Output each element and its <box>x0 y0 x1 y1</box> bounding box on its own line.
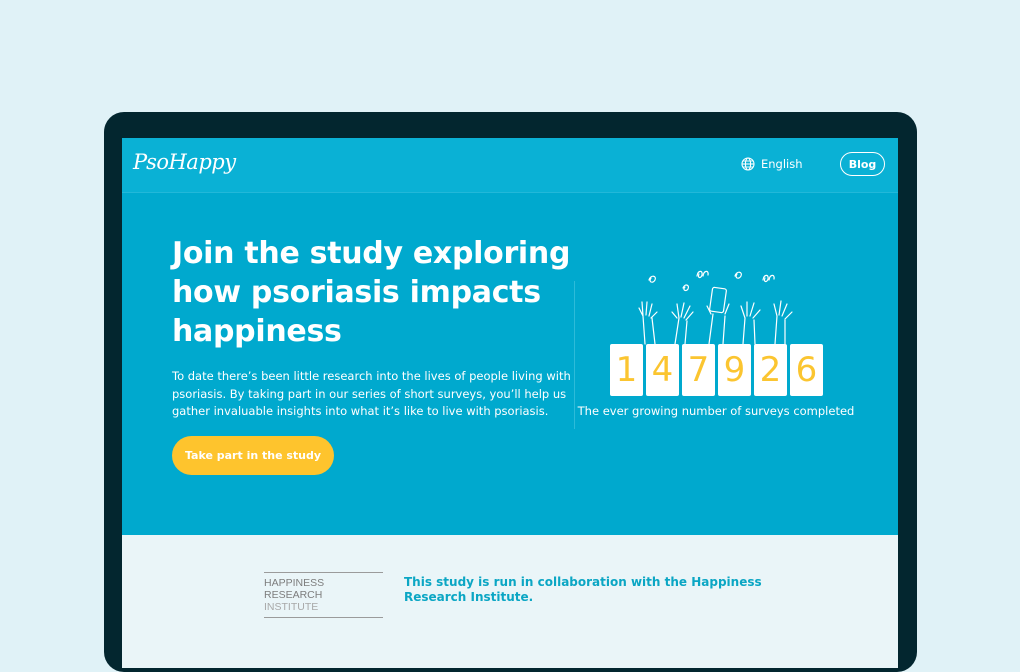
take-part-button[interactable]: Take part in the study <box>172 436 334 475</box>
partner-section: HAPPINESS RESEARCH INSTITUTE This study … <box>122 535 898 668</box>
blog-button[interactable]: Blog <box>840 152 885 176</box>
globe-icon <box>741 157 755 171</box>
language-label: English <box>761 157 803 171</box>
counter-digit: 4 <box>646 344 679 396</box>
psohappy-logo[interactable]: PsoHappy <box>133 150 236 174</box>
counter-digit: 1 <box>610 344 643 396</box>
collaboration-text: This study is run in collaboration with … <box>404 575 762 604</box>
counter-digit: 2 <box>754 344 787 396</box>
top-navigation: PsoHappy English Blog <box>122 138 898 193</box>
language-selector[interactable]: English <box>741 157 803 171</box>
website-screen: PsoHappy English Blog Join the study exp… <box>122 138 898 668</box>
counter-digit: 9 <box>718 344 751 396</box>
raised-hands-illustration <box>638 270 793 345</box>
counter-digit: 6 <box>790 344 823 396</box>
counter-digit: 7 <box>682 344 715 396</box>
hero-description: To date there’s been little research int… <box>172 369 571 418</box>
counter-caption: The ever growing number of surveys compl… <box>577 404 855 418</box>
partner-logo-line2: INSTITUTE <box>264 601 319 613</box>
survey-counter: 1 4 7 9 2 6 <box>610 344 823 396</box>
partner-logo-line1: HAPPINESS RESEARCH <box>264 577 325 601</box>
happiness-research-institute-logo[interactable]: HAPPINESS RESEARCH INSTITUTE <box>264 572 383 618</box>
hero-title: Join the study exploring how psoriasis i… <box>172 236 571 349</box>
